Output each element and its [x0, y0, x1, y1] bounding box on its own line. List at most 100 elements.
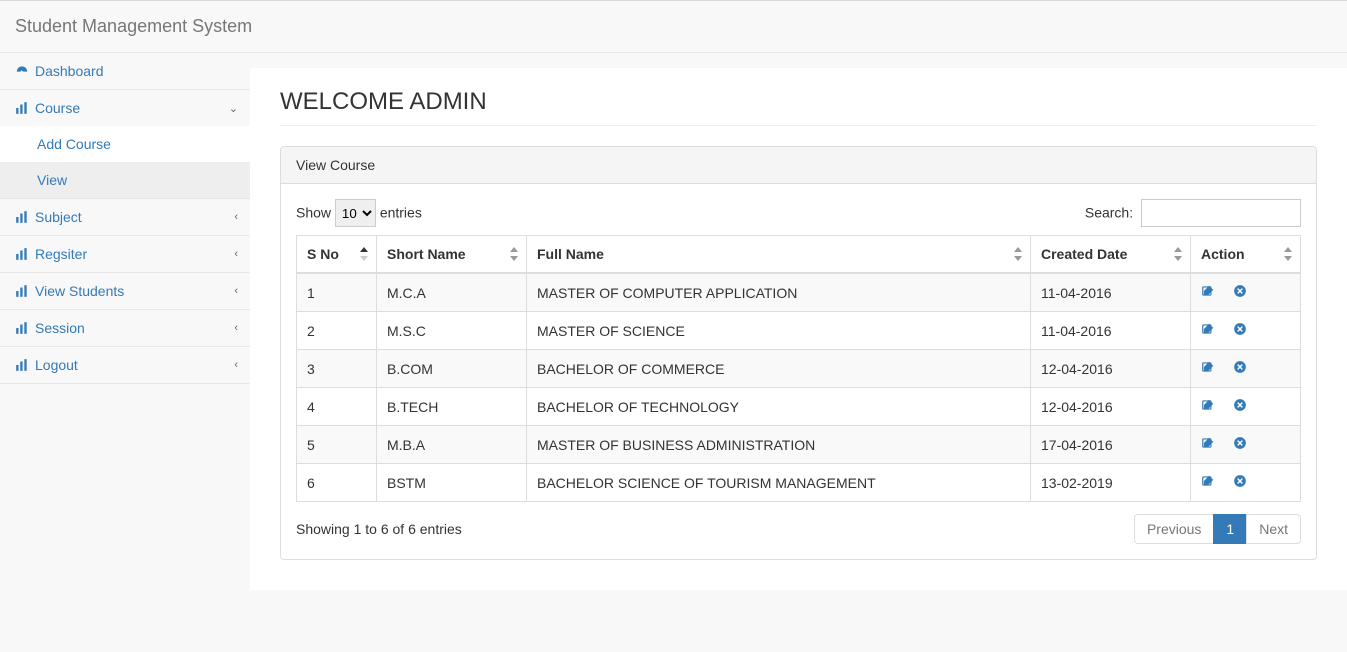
sidebar-label: Regsiter [35, 246, 87, 262]
sidebar-sub-add-course[interactable]: Add Course [0, 126, 250, 162]
sort-icon [1014, 247, 1024, 261]
panel-heading: View Course [281, 147, 1316, 184]
delete-button[interactable] [1233, 436, 1247, 450]
delete-button[interactable] [1233, 360, 1247, 374]
cell-short-name: B.TECH [377, 388, 527, 426]
pagination-page-1[interactable]: 1 [1213, 514, 1247, 544]
chevron-left-icon: ‹ [234, 359, 238, 371]
page-title: WELCOME ADMIN [280, 88, 1317, 126]
search-label: Search: [1085, 205, 1133, 221]
courses-table: S No Short Name Full Name [296, 235, 1301, 502]
chevron-down-icon: ⌄ [229, 102, 238, 115]
sidebar-label: Subject [35, 209, 82, 225]
cell-sno: 6 [297, 464, 377, 502]
col-short-name[interactable]: Short Name [377, 236, 527, 274]
cell-short-name: B.COM [377, 350, 527, 388]
edit-icon [1201, 436, 1215, 450]
times-circle-icon [1233, 322, 1247, 336]
sidebar-label: Dashboard [35, 63, 104, 79]
length-control: Show 10 entries [296, 199, 422, 227]
cell-created-date: 11-04-2016 [1031, 273, 1191, 312]
sidebar-item-register[interactable]: Regsiter ‹ [0, 236, 250, 272]
edit-icon [1201, 474, 1215, 488]
show-label: Show [296, 205, 331, 221]
col-full-name[interactable]: Full Name [527, 236, 1031, 274]
pagination-next[interactable]: Next [1246, 514, 1301, 544]
edit-button[interactable] [1201, 284, 1215, 298]
bar-chart-icon [15, 284, 29, 298]
sidebar-label: View Students [35, 283, 124, 299]
edit-button[interactable] [1201, 322, 1215, 336]
col-action[interactable]: Action [1191, 236, 1301, 274]
bar-chart-icon [15, 210, 29, 224]
cell-action [1191, 388, 1301, 426]
cell-full-name: MASTER OF SCIENCE [527, 312, 1031, 350]
table-row: 5M.B.AMASTER OF BUSINESS ADMINISTRATION1… [297, 426, 1301, 464]
edit-icon [1201, 360, 1215, 374]
brand-link[interactable]: Student Management System [15, 16, 252, 36]
delete-button[interactable] [1233, 398, 1247, 412]
col-created-date[interactable]: Created Date [1031, 236, 1191, 274]
chevron-left-icon: ‹ [234, 322, 238, 334]
sidebar-item-dashboard[interactable]: Dashboard [0, 53, 250, 89]
sidebar-sub-view[interactable]: View [0, 162, 250, 198]
dashboard-icon [15, 64, 29, 78]
cell-sno: 1 [297, 273, 377, 312]
pagination-previous[interactable]: Previous [1134, 514, 1214, 544]
cell-short-name: M.B.A [377, 426, 527, 464]
cell-created-date: 11-04-2016 [1031, 312, 1191, 350]
search-input[interactable] [1141, 199, 1301, 227]
delete-button[interactable] [1233, 322, 1247, 336]
cell-short-name: M.S.C [377, 312, 527, 350]
table-info: Showing 1 to 6 of 6 entries [296, 521, 462, 537]
sort-asc-icon [360, 247, 370, 261]
chevron-left-icon: ‹ [234, 248, 238, 260]
table-row: 6BSTMBACHELOR SCIENCE OF TOURISM MANAGEM… [297, 464, 1301, 502]
cell-sno: 4 [297, 388, 377, 426]
sort-icon [1174, 247, 1184, 261]
times-circle-icon [1233, 436, 1247, 450]
col-sno[interactable]: S No [297, 236, 377, 274]
entries-label: entries [380, 205, 422, 221]
cell-sno: 5 [297, 426, 377, 464]
sidebar-label: Course [35, 100, 80, 116]
cell-full-name: BACHELOR SCIENCE OF TOURISM MANAGEMENT [527, 464, 1031, 502]
edit-button[interactable] [1201, 474, 1215, 488]
sidebar-item-course[interactable]: Course ⌄ [0, 90, 250, 126]
navbar: Student Management System [0, 0, 1347, 53]
panel-view-course: View Course Show 10 entries Search: [280, 146, 1317, 560]
sidebar-item-view-students[interactable]: View Students ‹ [0, 273, 250, 309]
cell-created-date: 13-02-2019 [1031, 464, 1191, 502]
times-circle-icon [1233, 360, 1247, 374]
cell-created-date: 12-04-2016 [1031, 388, 1191, 426]
delete-button[interactable] [1233, 474, 1247, 488]
edit-icon [1201, 322, 1215, 336]
sort-icon [1284, 247, 1294, 261]
sidebar-item-session[interactable]: Session ‹ [0, 310, 250, 346]
chevron-left-icon: ‹ [234, 211, 238, 223]
pagination: Previous 1 Next [1135, 514, 1301, 544]
edit-button[interactable] [1201, 436, 1215, 450]
sidebar: Dashboard Course ⌄ Add Course View [0, 53, 250, 590]
length-select[interactable]: 10 [335, 199, 376, 227]
cell-action [1191, 273, 1301, 312]
cell-sno: 2 [297, 312, 377, 350]
table-row: 3B.COMBACHELOR OF COMMERCE12-04-2016 [297, 350, 1301, 388]
cell-full-name: BACHELOR OF COMMERCE [527, 350, 1031, 388]
cell-action [1191, 426, 1301, 464]
bar-chart-icon [15, 247, 29, 261]
table-row: 1M.C.AMASTER OF COMPUTER APPLICATION11-0… [297, 273, 1301, 312]
delete-button[interactable] [1233, 284, 1247, 298]
cell-sno: 3 [297, 350, 377, 388]
table-row: 2M.S.CMASTER OF SCIENCE11-04-2016 [297, 312, 1301, 350]
bar-chart-icon [15, 358, 29, 372]
sidebar-item-logout[interactable]: Logout ‹ [0, 347, 250, 383]
sidebar-item-subject[interactable]: Subject ‹ [0, 199, 250, 235]
edit-button[interactable] [1201, 398, 1215, 412]
cell-full-name: BACHELOR OF TECHNOLOGY [527, 388, 1031, 426]
cell-action [1191, 464, 1301, 502]
edit-button[interactable] [1201, 360, 1215, 374]
sidebar-label: Logout [35, 357, 78, 373]
times-circle-icon [1233, 474, 1247, 488]
times-circle-icon [1233, 398, 1247, 412]
